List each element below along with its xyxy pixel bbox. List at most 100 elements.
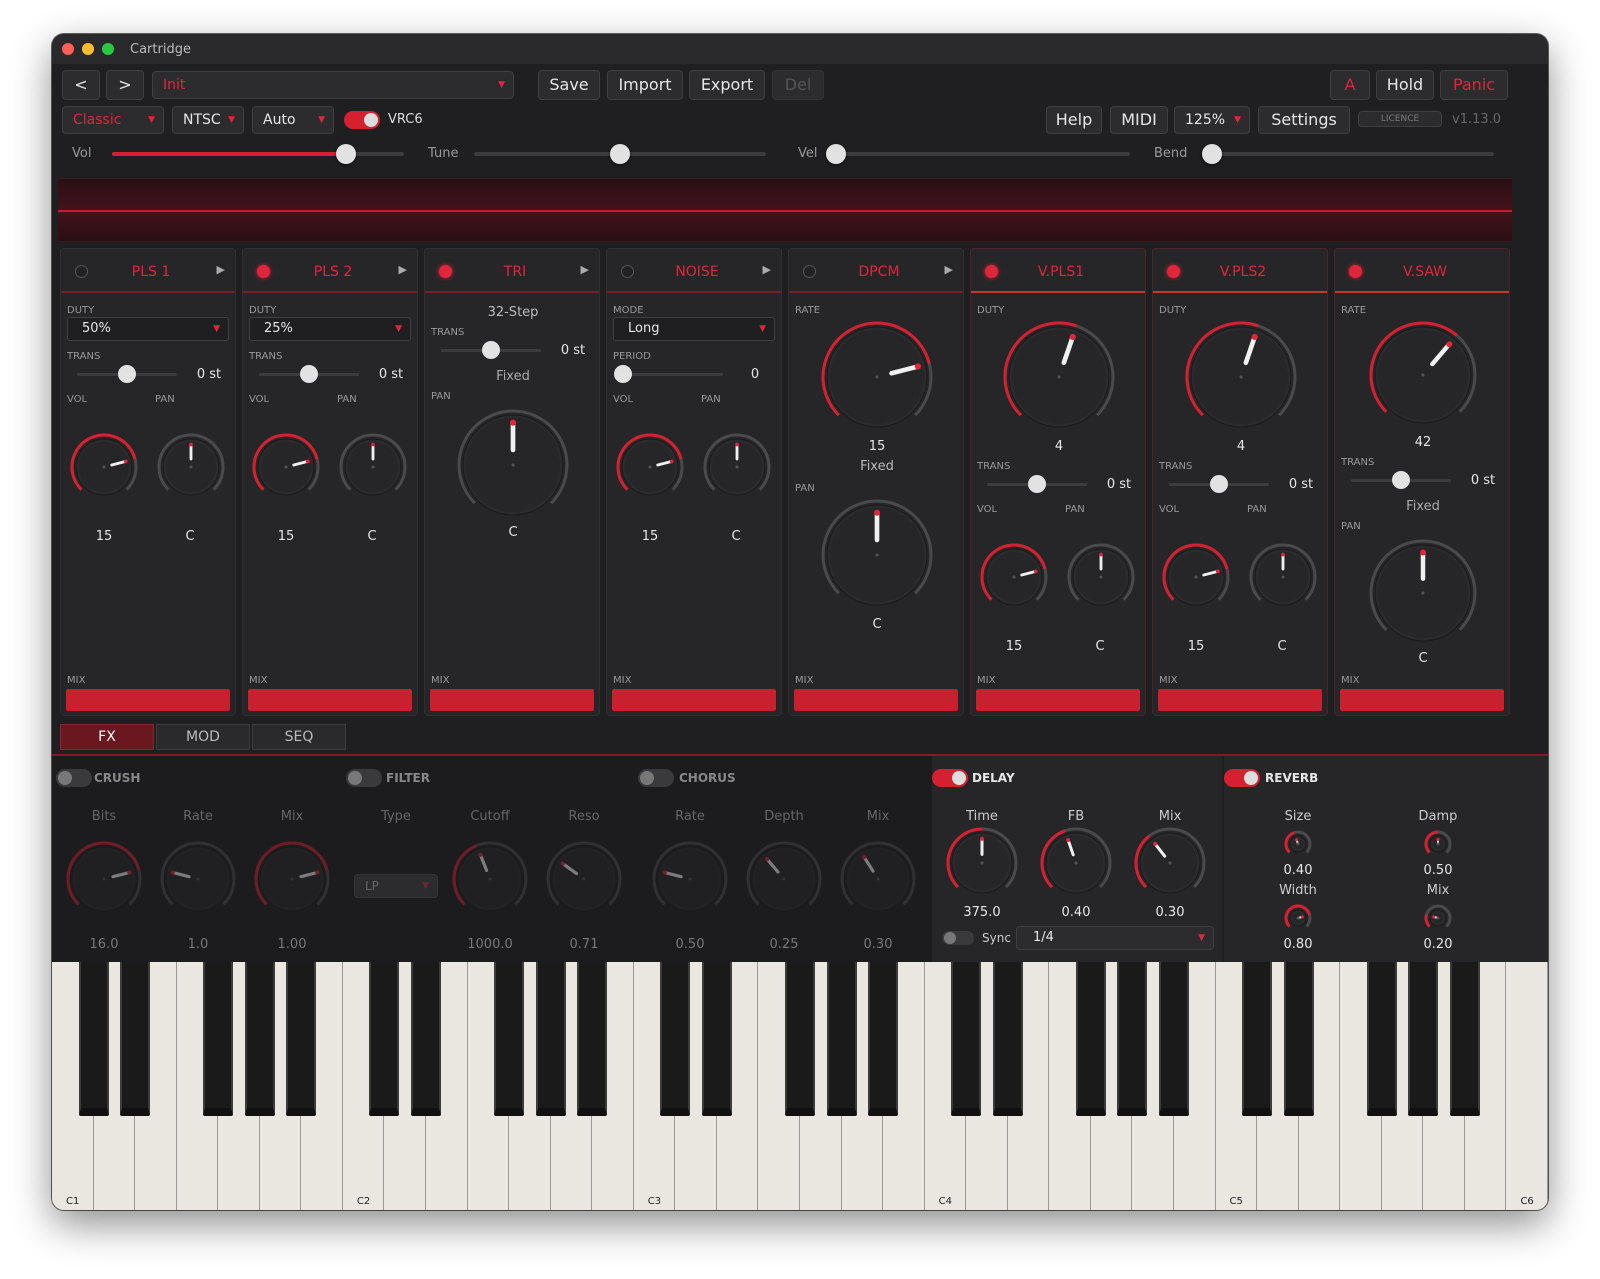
delay-sync-toggle[interactable]	[942, 931, 974, 945]
vol-slider[interactable]	[112, 144, 404, 164]
black-key[interactable]	[1117, 962, 1148, 1116]
tab-fx[interactable]: FX	[60, 724, 154, 750]
licence-button[interactable]: LICENCE	[1358, 111, 1442, 127]
trans-slider[interactable]	[1169, 475, 1269, 493]
black-key[interactable]	[78, 962, 109, 1116]
pan-knob[interactable]	[339, 433, 407, 501]
filter-cutoff-knob[interactable]	[452, 841, 528, 917]
black-key[interactable]	[577, 962, 608, 1116]
reverb-size-knob[interactable]	[1284, 830, 1312, 858]
slider-thumb[interactable]	[610, 144, 630, 164]
help-button[interactable]: Help	[1046, 106, 1102, 134]
slider-thumb[interactable]	[614, 365, 632, 383]
vol-knob[interactable]	[616, 433, 684, 501]
expand-arrow-icon[interactable]: ▶	[763, 263, 771, 276]
channel-enable-led[interactable]	[1349, 265, 1362, 278]
black-key[interactable]	[1366, 962, 1397, 1116]
slider-thumb[interactable]	[482, 341, 500, 359]
preset-dropdown[interactable]: Init ▼	[152, 71, 514, 99]
reverb-toggle[interactable]	[1224, 769, 1260, 787]
tab-seq[interactable]: SEQ	[252, 724, 346, 750]
mode-dropdown[interactable]: Long ▼	[613, 317, 775, 341]
rate-knob[interactable]	[1369, 321, 1477, 429]
panic-button[interactable]: Panic	[1440, 70, 1508, 100]
slider-thumb[interactable]	[1202, 144, 1222, 164]
black-key[interactable]	[868, 962, 899, 1116]
mix-bar[interactable]	[248, 689, 412, 711]
mix-bar[interactable]	[612, 689, 776, 711]
black-key[interactable]	[1242, 962, 1273, 1116]
black-key[interactable]	[1159, 962, 1189, 1116]
channel-enable-led[interactable]	[621, 265, 634, 278]
black-key[interactable]	[785, 962, 815, 1116]
hold-button[interactable]: Hold	[1376, 70, 1434, 100]
filter-reso-knob[interactable]	[546, 841, 622, 917]
close-window-icon[interactable]	[62, 43, 74, 55]
vol-knob[interactable]	[980, 543, 1048, 611]
mode-dropdown[interactable]: Classic ▼	[62, 106, 164, 134]
region-dropdown[interactable]: NTSC ▼	[172, 106, 244, 134]
mix-bar[interactable]	[1340, 689, 1504, 711]
filter-type-dropdown[interactable]: LP ▼	[354, 874, 438, 898]
black-key[interactable]	[120, 962, 151, 1116]
slider-thumb[interactable]	[300, 365, 318, 383]
black-key[interactable]	[535, 962, 566, 1116]
trans-slider[interactable]	[1351, 471, 1451, 489]
export-button[interactable]: Export	[689, 70, 765, 100]
expand-arrow-icon[interactable]: ▶	[945, 263, 953, 276]
mix-bar[interactable]	[976, 689, 1140, 711]
crush-rate-knob[interactable]	[160, 841, 236, 917]
black-key[interactable]	[286, 962, 317, 1116]
slider-thumb[interactable]	[1392, 471, 1410, 489]
vol-knob[interactable]	[252, 433, 320, 501]
channel-enable-led[interactable]	[257, 265, 270, 278]
black-key[interactable]	[1075, 962, 1106, 1116]
trans-slider[interactable]	[77, 365, 177, 383]
black-key[interactable]	[1283, 962, 1314, 1116]
prev-preset-button[interactable]: <	[62, 70, 100, 100]
pan-knob[interactable]	[821, 499, 933, 611]
trans-slider[interactable]	[441, 341, 541, 359]
pan-knob[interactable]	[703, 433, 771, 501]
save-button[interactable]: Save	[538, 70, 600, 100]
black-key[interactable]	[1408, 962, 1439, 1116]
expand-arrow-icon[interactable]: ▶	[217, 263, 225, 276]
period-slider[interactable]	[614, 365, 723, 383]
tab-mod[interactable]: MOD	[156, 724, 250, 750]
vol-knob[interactable]	[1162, 543, 1230, 611]
zoom-window-icon[interactable]	[102, 43, 114, 55]
channel-enable-led[interactable]	[439, 265, 452, 278]
duty-knob[interactable]	[1185, 321, 1297, 433]
vrc6-toggle[interactable]	[344, 111, 380, 129]
filter-toggle[interactable]	[346, 769, 382, 787]
channel-enable-led[interactable]	[75, 265, 88, 278]
trans-slider[interactable]	[259, 365, 359, 383]
chorus-depth-knob[interactable]	[746, 841, 822, 917]
mix-bar[interactable]	[430, 689, 594, 711]
crush-toggle[interactable]	[56, 769, 92, 787]
trans-slider[interactable]	[987, 475, 1087, 493]
black-key[interactable]	[1449, 962, 1480, 1116]
rate-knob[interactable]	[821, 321, 933, 433]
vel-slider[interactable]	[826, 144, 1130, 164]
duty-knob[interactable]	[1003, 321, 1115, 433]
slider-thumb[interactable]	[826, 144, 846, 164]
expand-arrow-icon[interactable]: ▶	[581, 263, 589, 276]
crush-mix-knob[interactable]	[254, 841, 330, 917]
slider-thumb[interactable]	[118, 365, 136, 383]
delay-time-knob[interactable]	[946, 827, 1018, 899]
pan-knob[interactable]	[1249, 543, 1317, 611]
black-key[interactable]	[660, 962, 691, 1116]
duty-dropdown[interactable]: 25% ▼	[249, 317, 411, 341]
pan-knob[interactable]	[157, 433, 225, 501]
black-key[interactable]	[494, 962, 525, 1116]
minimize-window-icon[interactable]	[82, 43, 94, 55]
next-preset-button[interactable]: >	[106, 70, 144, 100]
chorus-toggle[interactable]	[638, 769, 674, 787]
slider-thumb[interactable]	[1210, 475, 1228, 493]
duty-dropdown[interactable]: 50% ▼	[67, 317, 229, 341]
white-key[interactable]	[1506, 962, 1548, 1210]
settings-button[interactable]: Settings	[1258, 106, 1350, 134]
import-button[interactable]: Import	[607, 70, 683, 100]
black-key[interactable]	[701, 962, 732, 1116]
